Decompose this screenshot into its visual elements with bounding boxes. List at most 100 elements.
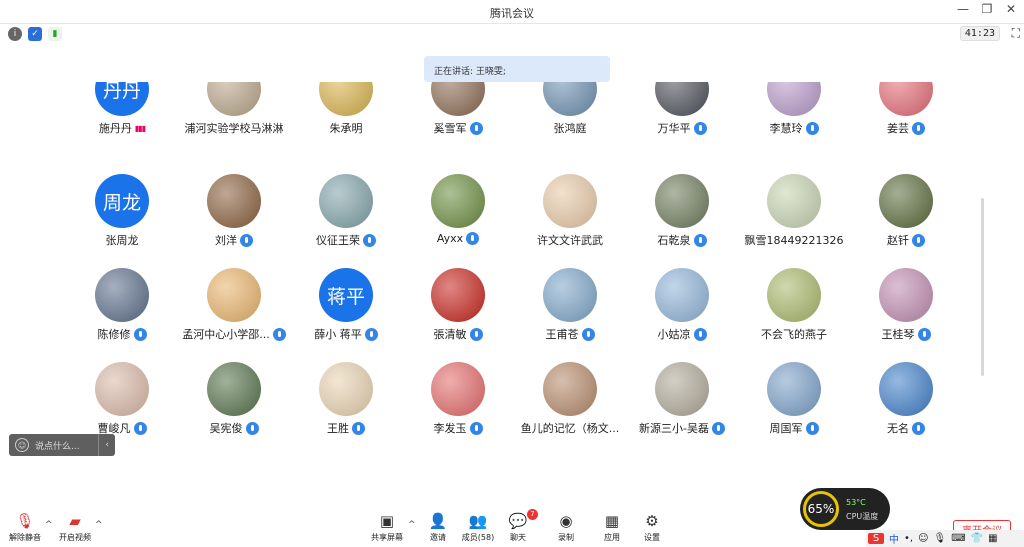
participant-tile[interactable]: 吴宪俊	[178, 362, 290, 442]
participant-name: 浦河实验学校马淋淋	[184, 122, 284, 135]
mute-button[interactable]: 🎙 解除静音	[6, 512, 44, 543]
skin-icon[interactable]: 👕	[971, 533, 983, 544]
share-screen-button[interactable]: ▣ 共享屏幕	[368, 512, 406, 543]
participant-name-row: 不会飞的燕子	[738, 326, 850, 342]
avatar	[655, 268, 709, 322]
participant-tile[interactable]: 刘洋	[178, 174, 290, 268]
participant-tile[interactable]: 周龙 张周龙	[66, 174, 178, 268]
record-icon: ◉	[559, 512, 573, 530]
mic-icon	[917, 327, 931, 341]
participant-name: 吴宪俊	[209, 422, 243, 435]
participant-tile[interactable]: 張清敏	[402, 268, 514, 362]
avatar: 丹丹	[95, 82, 149, 116]
speaking-indicator: 正在讲话: 王晓雯;	[424, 56, 610, 82]
participant-tile[interactable]: 王甫苍	[514, 268, 626, 362]
participant-tile[interactable]: 李发玉	[402, 362, 514, 442]
participant-tile[interactable]: 飘雪18449221326	[738, 174, 850, 268]
avatar: 蒋平	[319, 268, 373, 322]
system-tray: S 中 •, ☺ 🎙 ⌨ 👕 ▦	[866, 530, 1024, 547]
keyboard-icon[interactable]: ⌨	[951, 533, 965, 544]
avatar	[207, 362, 261, 416]
shield-icon[interactable]: ✓	[28, 27, 42, 41]
mic-tray-icon[interactable]: 🎙	[934, 533, 947, 544]
participant-name: Ayxx	[436, 232, 464, 245]
participant-tile[interactable]: 鱼儿的记忆（杨文...	[514, 362, 626, 442]
camera-off-icon: ▰	[69, 512, 81, 530]
participant-tile[interactable]: 张鸿庭	[514, 82, 626, 156]
participant-name: 姜芸	[887, 122, 909, 135]
participant-name-row: 王甫苍	[514, 326, 626, 342]
apps-button[interactable]: ▦ 应用	[598, 512, 626, 543]
meeting-info-bar: i ✓ ▮ 41:23 ⛶	[0, 24, 1024, 44]
avatar	[431, 268, 485, 322]
emoji-tray-icon[interactable]: ☺	[918, 533, 928, 544]
minimize-button[interactable]: —	[956, 2, 970, 16]
participant-tile[interactable]: 许文文许武武	[514, 174, 626, 268]
participant-tile[interactable]: 石乾泉	[626, 174, 738, 268]
avatar	[655, 82, 709, 116]
participant-tile[interactable]: 王胜	[290, 362, 402, 442]
record-button[interactable]: ◉ 录制	[552, 512, 580, 543]
participant-tile[interactable]: 新源三小-吴磊	[626, 362, 738, 442]
chat-button[interactable]: 💬 7 聊天	[504, 509, 538, 543]
emoji-icon[interactable]: ☺	[15, 438, 29, 452]
participant-tile[interactable]: 王桂琴	[850, 268, 962, 362]
avatar	[319, 362, 373, 416]
members-button[interactable]: 👥 成员(58)	[460, 512, 496, 543]
chevron-left-icon[interactable]: ‹	[98, 434, 115, 456]
participant-tile[interactable]: 曹峻凡	[66, 362, 178, 442]
participant-tile[interactable]: 孟河中心小学邵...	[178, 268, 290, 362]
grid-tray-icon[interactable]: ▦	[988, 533, 997, 544]
close-button[interactable]: ✕	[1004, 2, 1018, 16]
participant-tile[interactable]: 赵钎	[850, 174, 962, 268]
signal-icon[interactable]: ▮	[48, 27, 62, 41]
cpu-monitor-widget[interactable]: 65% 53°C CPU温度	[800, 488, 890, 530]
settings-button[interactable]: ⚙ 设置	[638, 512, 666, 543]
invite-button[interactable]: 👤 邀请	[424, 512, 452, 543]
participant-tile[interactable]: 浦河实验学校马淋淋	[178, 82, 290, 156]
participant-name-row: 飘雪18449221326	[738, 232, 850, 248]
avatar	[319, 82, 373, 116]
participant-tile[interactable]: 朱承明	[290, 82, 402, 156]
avatar	[543, 82, 597, 116]
mic-icon	[805, 121, 819, 135]
chevron-up-icon[interactable]: ^	[45, 520, 53, 530]
participant-name: 朱承明	[329, 122, 363, 135]
participant-name-row: 石乾泉	[626, 232, 738, 248]
avatar	[543, 362, 597, 416]
participant-tile[interactable]: 周国军	[738, 362, 850, 442]
participant-tile[interactable]: 姜芸	[850, 82, 962, 156]
maximize-button[interactable]: ❐	[980, 2, 994, 16]
info-icon[interactable]: i	[8, 27, 22, 41]
participant-tile[interactable]: Ayxx	[402, 174, 514, 268]
participant-tile[interactable]: 无名	[850, 362, 962, 442]
participant-name: 王胜	[327, 422, 349, 435]
participant-tile[interactable]: 丹丹 施丹丹 ▮▮▮	[66, 82, 178, 156]
participant-name: 李发玉	[433, 422, 467, 435]
chevron-up-icon[interactable]: ^	[95, 520, 103, 530]
video-button[interactable]: ▰ 开启视频	[56, 512, 94, 543]
participant-tile[interactable]: 蒋平 薛小 蒋平	[290, 268, 402, 362]
ime-mode[interactable]: 中	[889, 531, 899, 546]
share-screen-icon: ▣	[379, 512, 395, 530]
mic-icon	[352, 421, 365, 435]
participant-tile[interactable]: 不会飞的燕子	[738, 268, 850, 362]
fullscreen-icon[interactable]: ⛶	[1012, 26, 1020, 41]
avatar	[95, 268, 149, 322]
participant-tile[interactable]: 仪征王荣	[290, 174, 402, 268]
participant-name-row: 周国军	[738, 420, 850, 436]
participant-name: 王甫苍	[545, 328, 579, 341]
participant-tile[interactable]: 万华平	[626, 82, 738, 156]
punctuation-icon[interactable]: •,	[904, 533, 913, 544]
participant-name: 刘洋	[215, 234, 237, 247]
chat-input[interactable]: ☺ 说点什么... ‹	[9, 434, 115, 456]
participant-tile[interactable]: 小姑凉	[626, 268, 738, 362]
participant-tile[interactable]: 奚雪军	[402, 82, 514, 156]
participant-tile[interactable]: 陈修修	[66, 268, 178, 362]
sogou-icon[interactable]: S	[868, 533, 884, 544]
participant-name: 孟河中心小学邵...	[182, 328, 270, 341]
grid-scrollbar[interactable]	[981, 198, 984, 376]
participant-tile[interactable]: 李慧玲	[738, 82, 850, 156]
chevron-up-icon[interactable]: ^	[408, 520, 416, 530]
participant-name-row: 张周龙	[66, 232, 178, 248]
